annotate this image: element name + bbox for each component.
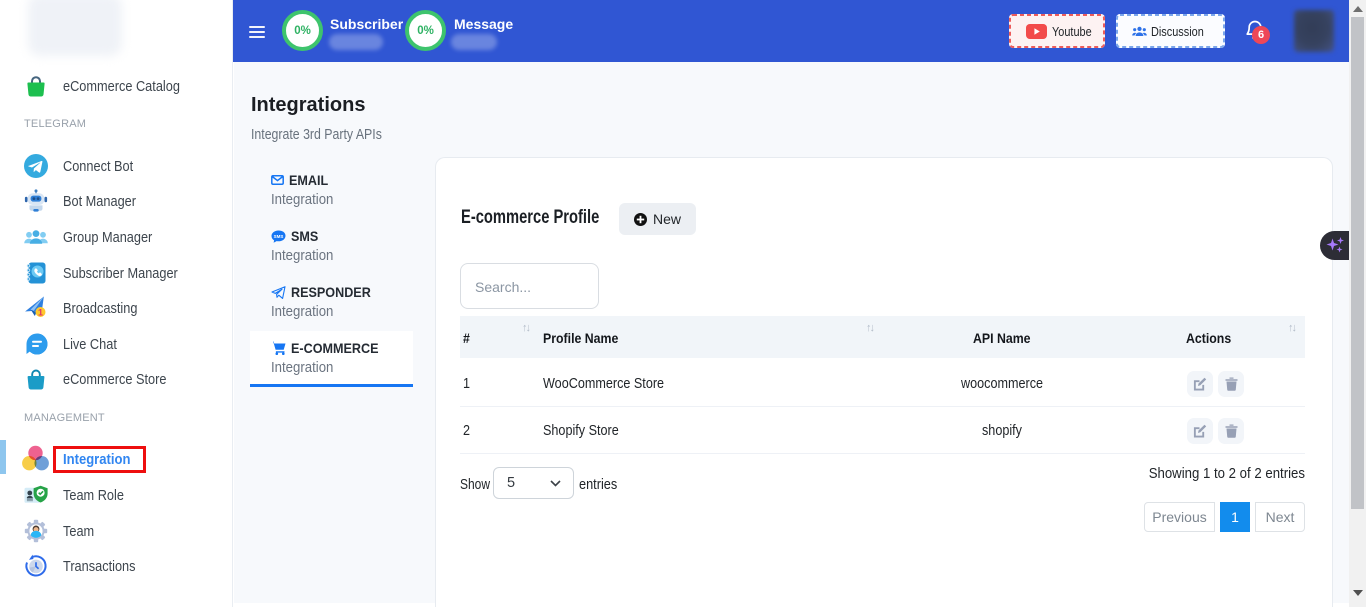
svg-text:1: 1 — [38, 308, 43, 318]
svg-text:SMS: SMS — [274, 234, 284, 239]
